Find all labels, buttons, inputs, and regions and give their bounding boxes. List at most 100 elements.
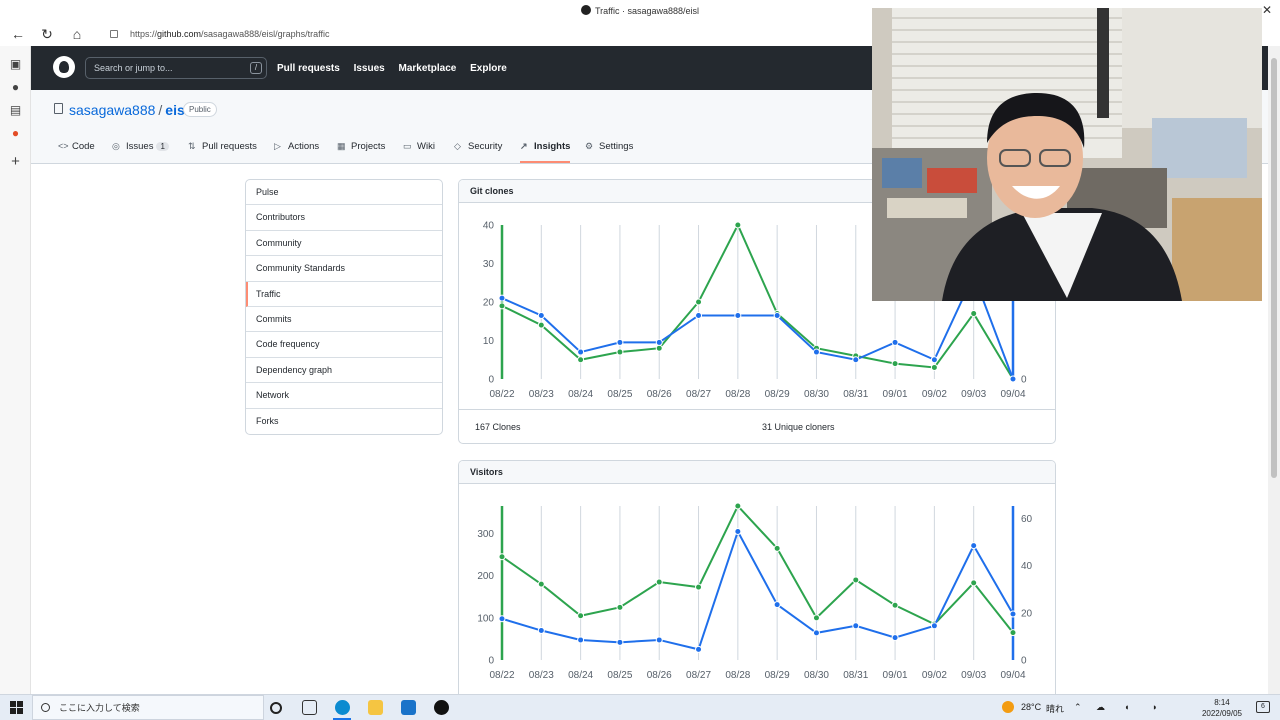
x-tick-label: 09/01 bbox=[883, 389, 908, 400]
data-point-green bbox=[616, 603, 624, 611]
x-tick-label: 08/27 bbox=[686, 670, 711, 681]
mail-icon[interactable] bbox=[401, 700, 416, 715]
x-tick-label: 08/27 bbox=[686, 389, 711, 400]
y-tick-label: 10 bbox=[483, 336, 495, 347]
x-tick-label: 09/04 bbox=[1000, 670, 1025, 681]
scrollbar-thumb[interactable] bbox=[1271, 58, 1277, 478]
weather-desc[interactable]: 晴れ bbox=[1046, 702, 1064, 715]
x-tick-label: 09/04 bbox=[1000, 389, 1025, 400]
recorder-app-icon[interactable] bbox=[434, 700, 449, 715]
data-point-green bbox=[970, 310, 978, 318]
data-point-green bbox=[498, 302, 506, 310]
webcam-video-overlay bbox=[872, 8, 1262, 301]
system-clock[interactable]: 8:14 2022/09/05 bbox=[1202, 697, 1242, 719]
edge-browser-icon[interactable] bbox=[335, 700, 350, 715]
menu-item-forks[interactable]: Forks bbox=[246, 409, 442, 434]
data-point-green bbox=[655, 344, 663, 352]
data-point-green bbox=[970, 579, 978, 587]
data-point-green bbox=[577, 356, 585, 364]
github-logo-icon[interactable] bbox=[53, 56, 75, 78]
tab-settings[interactable]: ⚙ Settings bbox=[585, 141, 633, 163]
nav-pull-requests[interactable]: Pull requests bbox=[277, 63, 340, 74]
new-tab-icon[interactable]: + bbox=[8, 154, 23, 169]
app-tab-icon[interactable]: ● bbox=[8, 126, 23, 141]
search-hotkey: / bbox=[250, 62, 262, 74]
data-point-blue bbox=[852, 622, 860, 630]
series-line-blue bbox=[501, 528, 1014, 651]
data-point-green bbox=[577, 612, 585, 620]
page-scrollbar[interactable] bbox=[1268, 46, 1280, 694]
github-tab-icon[interactable]: ● bbox=[8, 80, 23, 95]
data-point-blue bbox=[891, 634, 899, 642]
reload-button[interactable]: ↻ bbox=[39, 26, 55, 43]
nav-issues[interactable]: Issues bbox=[354, 63, 385, 74]
data-point-blue bbox=[930, 622, 938, 630]
nav-marketplace[interactable]: Marketplace bbox=[399, 63, 457, 74]
menu-item-commits[interactable]: Commits bbox=[246, 307, 442, 333]
data-point-blue bbox=[930, 356, 938, 364]
taskbar-search-input[interactable]: ここに入力して検索 bbox=[32, 695, 264, 720]
x-tick-label: 08/25 bbox=[607, 389, 632, 400]
x-tick-label: 08/29 bbox=[765, 670, 790, 681]
tab-insights[interactable]: ↗ Insights bbox=[520, 141, 571, 163]
visibility-badge: Public bbox=[183, 102, 217, 117]
tab-security[interactable]: ◇ Security bbox=[454, 141, 502, 163]
weather-temp[interactable]: 28°C bbox=[1021, 702, 1041, 712]
data-point-blue bbox=[812, 348, 820, 356]
home-button[interactable]: ⌂ bbox=[69, 26, 85, 42]
tab-actions[interactable]: ▷ Actions bbox=[274, 141, 319, 163]
browser-sidebar: ▣ ● ▤ ● + bbox=[0, 46, 31, 694]
cortana-icon[interactable] bbox=[270, 702, 282, 714]
data-point-blue bbox=[1009, 375, 1017, 383]
menu-item-traffic[interactable]: Traffic bbox=[246, 281, 442, 307]
x-tick-label: 08/26 bbox=[647, 389, 672, 400]
network-icon[interactable]: ☁ bbox=[1096, 702, 1105, 713]
menu-item-pulse[interactable]: Pulse bbox=[246, 180, 442, 206]
play-icon: ▷ bbox=[274, 141, 281, 151]
collections-icon[interactable]: ▤ bbox=[8, 103, 23, 118]
x-tick-label: 08/23 bbox=[529, 389, 554, 400]
menu-item-community[interactable]: Community bbox=[246, 231, 442, 257]
task-view-icon[interactable] bbox=[302, 700, 317, 715]
search-icon bbox=[41, 703, 50, 712]
data-point-blue bbox=[773, 311, 781, 319]
tabs-icon[interactable]: ▣ bbox=[8, 57, 23, 72]
menu-item-network[interactable]: Network bbox=[246, 383, 442, 409]
menu-item-community-standards[interactable]: Community Standards bbox=[246, 256, 442, 282]
y2-tick-label: 20 bbox=[1021, 608, 1033, 619]
tab-pull-requests[interactable]: ⇅ Pull requests bbox=[188, 141, 257, 163]
y-tick-label: 300 bbox=[477, 529, 494, 540]
data-point-green bbox=[812, 614, 820, 622]
notification-center-icon[interactable]: 6 bbox=[1256, 701, 1270, 713]
url-field[interactable]: https://github.com/sasagawa888/eisl/grap… bbox=[98, 25, 898, 43]
close-window-button[interactable]: ✕ bbox=[1262, 3, 1272, 17]
x-tick-label: 08/22 bbox=[489, 389, 514, 400]
windows-taskbar: ここに入力して検索 28°C 晴れ ⌃ ☁ ◖ ◗ 8:14 2022/09/0… bbox=[0, 694, 1280, 720]
search-input[interactable]: Search or jump to... / bbox=[85, 57, 267, 79]
tab-wiki[interactable]: ▭ Wiki bbox=[403, 141, 435, 163]
data-point-blue bbox=[616, 638, 624, 646]
git-clones-summary: 167 Clones 31 Unique cloners bbox=[459, 409, 1055, 443]
x-tick-label: 08/24 bbox=[568, 670, 593, 681]
visitors-panel: Visitors 08/22 08/23 08/24 08/25 08/26 08/27 0… bbox=[458, 460, 1056, 700]
data-point-blue bbox=[577, 636, 585, 644]
presenter-video-image bbox=[872, 8, 1262, 301]
data-point-blue bbox=[616, 338, 624, 346]
tab-code[interactable]: <> Code bbox=[58, 141, 95, 163]
tab-projects[interactable]: ▦ Projects bbox=[337, 141, 385, 163]
tray-chevron-icon[interactable]: ⌃ bbox=[1074, 702, 1082, 713]
tab-issues[interactable]: ◎ Issues 1 bbox=[112, 141, 169, 163]
repo-owner-link[interactable]: sasagawa888 bbox=[69, 102, 155, 118]
data-point-blue bbox=[695, 645, 703, 653]
nav-explore[interactable]: Explore bbox=[470, 63, 507, 74]
back-button[interactable]: ← bbox=[10, 26, 26, 42]
menu-item-dependency-graph[interactable]: Dependency graph bbox=[246, 358, 442, 384]
file-explorer-icon[interactable] bbox=[368, 700, 383, 715]
windows-start-icon[interactable] bbox=[10, 701, 23, 714]
data-point-blue bbox=[1009, 610, 1017, 618]
volume-icon[interactable]: ◗ bbox=[1152, 702, 1157, 712]
x-tick-label: 09/03 bbox=[961, 389, 986, 400]
menu-item-code-frequency[interactable]: Code frequency bbox=[246, 332, 442, 358]
microphone-icon[interactable]: ◖ bbox=[1124, 702, 1129, 712]
menu-item-contributors[interactable]: Contributors bbox=[246, 205, 442, 231]
